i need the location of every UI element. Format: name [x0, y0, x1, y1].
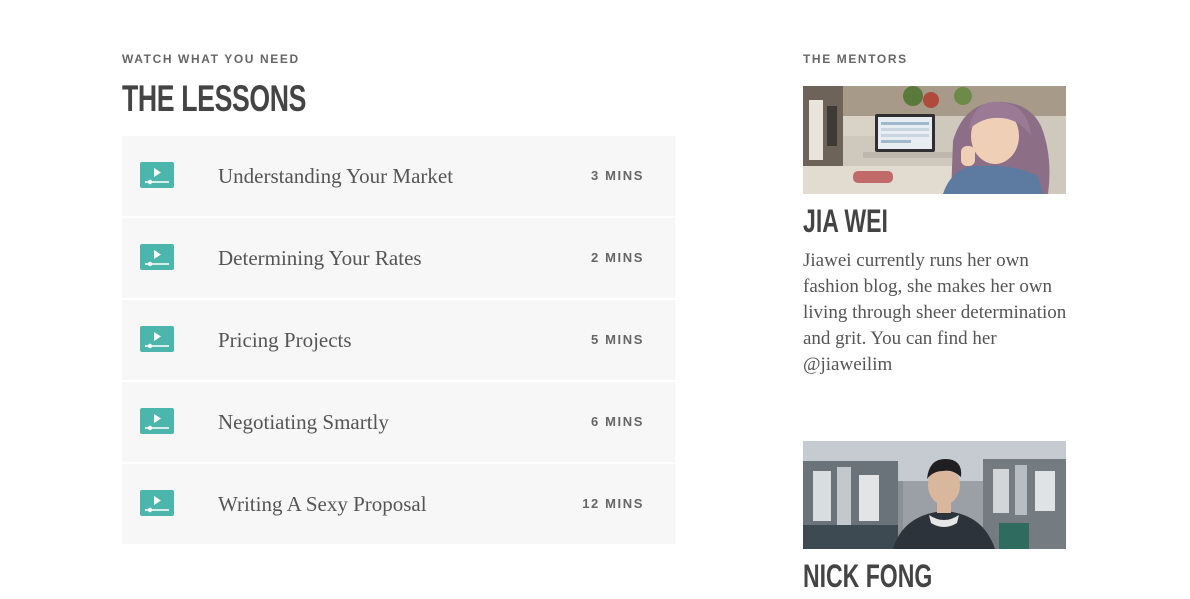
- lessons-title: THE LESSONS: [122, 78, 307, 119]
- lesson-duration: 2 MINS: [591, 250, 644, 265]
- video-play-icon: [140, 408, 174, 434]
- lesson-title: Negotiating Smartly: [218, 410, 389, 434]
- mentors-eyebrow: THE MENTORS: [803, 52, 908, 66]
- lessons-eyebrow: WATCH WHAT YOU NEED: [122, 52, 300, 66]
- lesson-title: Pricing Projects: [218, 328, 352, 352]
- lesson-row[interactable]: Pricing Projects 5 MINS: [122, 300, 675, 380]
- mentor-photo-nick-fong: [803, 441, 1066, 549]
- lesson-row[interactable]: Writing A Sexy Proposal 12 MINS: [122, 464, 675, 544]
- video-play-icon: [140, 490, 174, 516]
- mentor-name: NICK FONG: [803, 558, 933, 594]
- video-play-icon: [140, 326, 174, 352]
- lesson-title: Determining Your Rates: [218, 246, 422, 270]
- lesson-title: Understanding Your Market: [218, 164, 454, 188]
- lesson-row[interactable]: Understanding Your Market 3 MINS: [122, 136, 675, 216]
- lesson-list: Understanding Your Market 3 MINS Determi…: [122, 136, 675, 546]
- video-play-icon: [140, 162, 174, 188]
- lesson-row[interactable]: Determining Your Rates 2 MINS: [122, 218, 675, 298]
- lesson-duration: 12 MINS: [582, 496, 644, 511]
- lesson-duration: 3 MINS: [591, 168, 644, 183]
- lesson-duration: 6 MINS: [591, 414, 644, 429]
- video-play-icon: [140, 244, 174, 270]
- mentor-bio: Jiawei currently runs her own fashion bl…: [803, 250, 1067, 375]
- lesson-row[interactable]: Negotiating Smartly 6 MINS: [122, 382, 675, 462]
- mentor-name: JIA WEI: [803, 203, 888, 239]
- lesson-duration: 5 MINS: [591, 332, 644, 347]
- lesson-title: Writing A Sexy Proposal: [218, 492, 427, 516]
- mentor-photo-jia-wei: [803, 86, 1066, 194]
